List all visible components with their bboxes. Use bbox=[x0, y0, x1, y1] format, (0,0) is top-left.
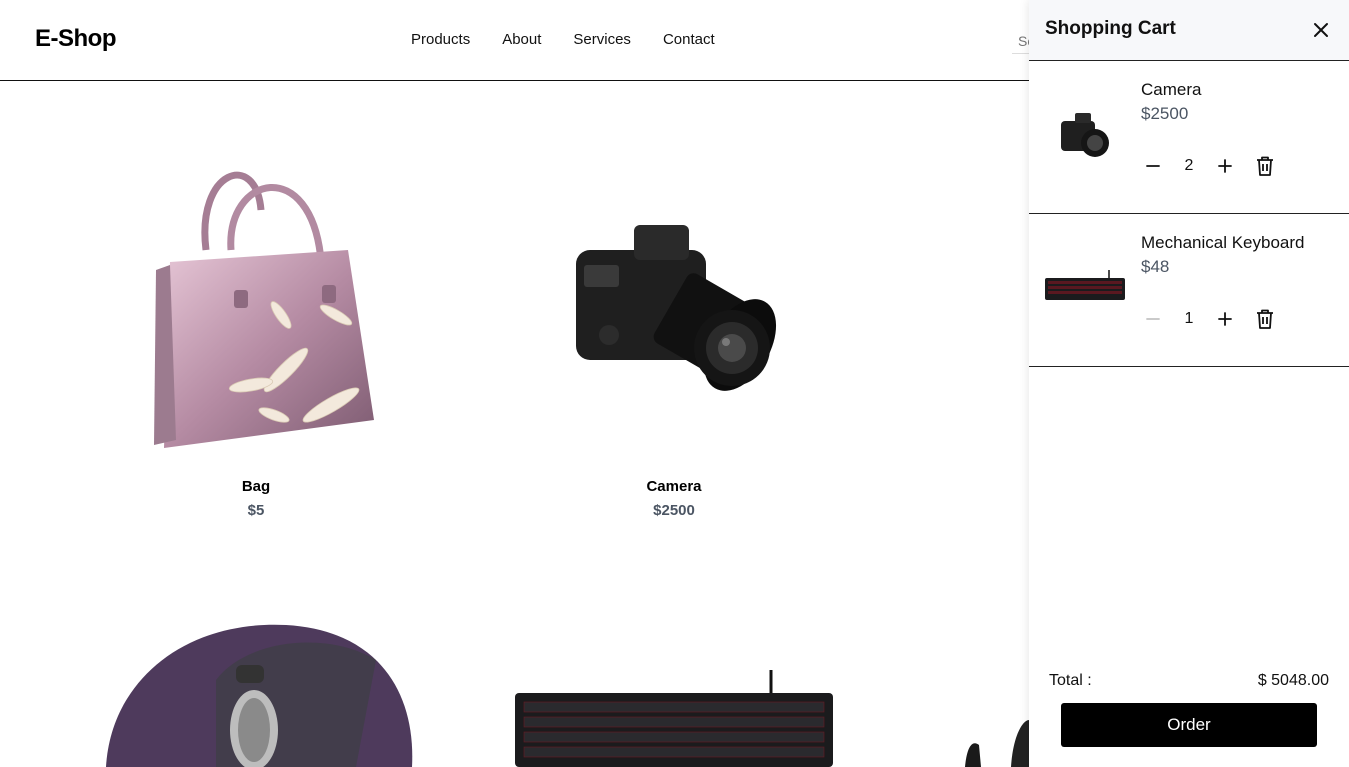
cart-item-price: $48 bbox=[1141, 257, 1170, 276]
cart-item-thumbnail bbox=[1045, 270, 1125, 300]
product-card[interactable]: Bag $5 bbox=[136, 150, 376, 519]
product-price: $2500 bbox=[653, 502, 695, 519]
cart-item-thumbnail bbox=[1061, 113, 1109, 157]
product-name: Camera bbox=[646, 478, 702, 495]
minus-icon bbox=[1146, 165, 1160, 167]
nav-about[interactable]: About bbox=[502, 31, 541, 48]
quantity-value: 2 bbox=[1184, 157, 1194, 174]
cart-item-name: Camera bbox=[1141, 80, 1202, 99]
trash-icon[interactable] bbox=[1253, 154, 1277, 178]
close-icon[interactable] bbox=[1311, 20, 1331, 40]
total-label: Total : bbox=[1049, 672, 1092, 689]
mouse-image bbox=[106, 624, 413, 767]
cart-item: Camera $2500 2 bbox=[1029, 61, 1349, 214]
decrease-button[interactable] bbox=[1141, 154, 1165, 178]
headphones-image bbox=[965, 720, 1029, 767]
nav-services[interactable]: Services bbox=[573, 31, 631, 48]
quantity-value: 1 bbox=[1184, 310, 1194, 327]
product-name: Bag bbox=[241, 478, 271, 495]
camera-image bbox=[576, 225, 777, 391]
plus-icon bbox=[1218, 159, 1232, 173]
cart-item-price: $2500 bbox=[1141, 104, 1189, 123]
cart-drawer: Shopping Cart Camera $2500 2 Mechanical … bbox=[1029, 0, 1349, 767]
quantity-stepper: 2 bbox=[1141, 154, 1277, 178]
cart-item-name: Mechanical Keyboard bbox=[1141, 233, 1305, 252]
product-price: $5 bbox=[247, 502, 265, 519]
trash-icon[interactable] bbox=[1253, 307, 1277, 331]
decrease-button[interactable] bbox=[1141, 307, 1165, 331]
quantity-stepper: 1 bbox=[1141, 307, 1277, 331]
bag-image bbox=[154, 171, 374, 448]
order-button[interactable]: Order bbox=[1061, 703, 1317, 747]
increase-button[interactable] bbox=[1213, 154, 1237, 178]
minus-icon bbox=[1146, 318, 1160, 320]
nav-products[interactable]: Products bbox=[411, 31, 470, 48]
cart-item: Mechanical Keyboard $48 1 bbox=[1029, 214, 1349, 367]
logo[interactable]: E-Shop bbox=[35, 25, 117, 53]
keyboard-image bbox=[515, 670, 833, 767]
cart-title: Shopping Cart bbox=[1045, 18, 1176, 39]
increase-button[interactable] bbox=[1213, 307, 1237, 331]
total-value: $ 5048.00 bbox=[1257, 672, 1329, 689]
main-nav: Products About Services Contact bbox=[411, 31, 715, 48]
cart-total: Total : $ 5048.00 bbox=[1049, 672, 1329, 690]
product-card[interactable]: Camera $2500 bbox=[554, 150, 794, 519]
cart-header: Shopping Cart bbox=[1029, 0, 1349, 61]
plus-icon bbox=[1218, 312, 1232, 326]
nav-contact[interactable]: Contact bbox=[663, 31, 715, 48]
